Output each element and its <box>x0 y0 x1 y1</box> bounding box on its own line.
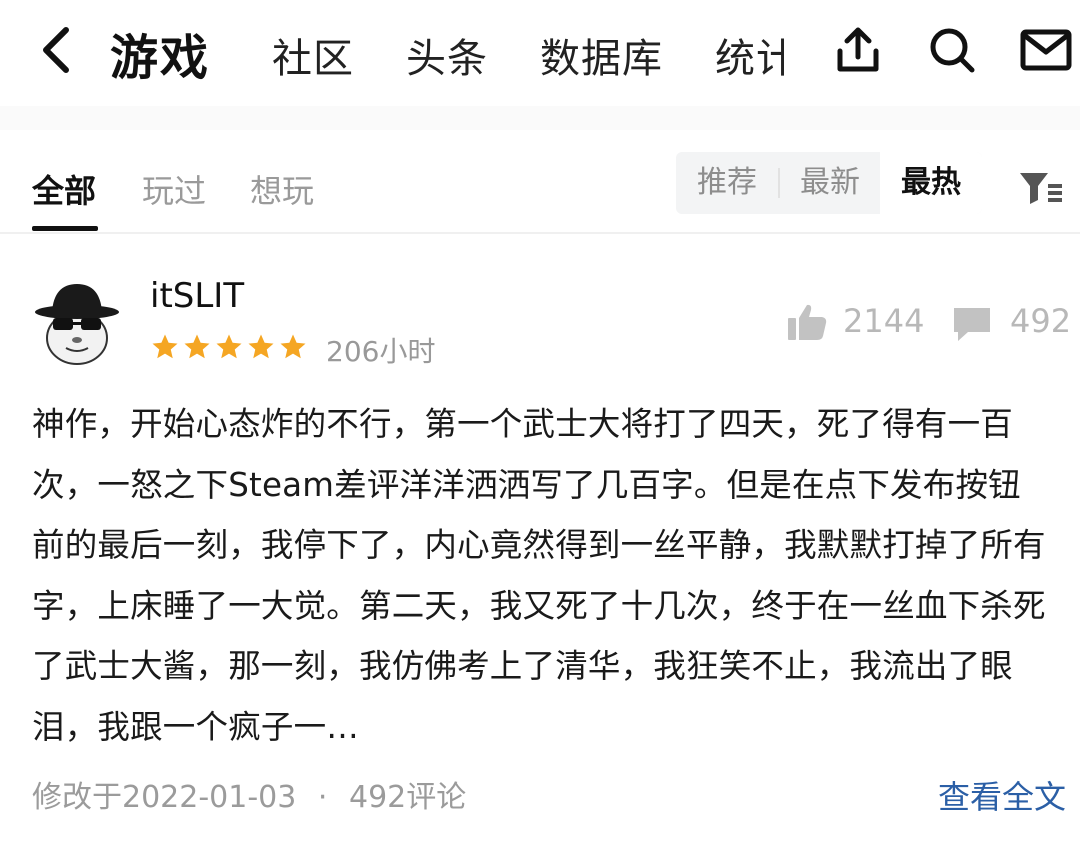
sort-latest[interactable]: 最新 <box>780 152 880 214</box>
tab-stats[interactable]: 统计 <box>715 26 784 76</box>
playtime: 206小时 <box>326 335 436 368</box>
sort-hottest[interactable]: 最热 <box>880 152 982 214</box>
star-icon <box>248 334 274 359</box>
tab-database[interactable]: 数据库 <box>540 26 663 76</box>
tab-community[interactable]: 社区 <box>272 26 354 76</box>
comment-count: 492 <box>1010 302 1072 340</box>
search-button[interactable] <box>924 22 980 78</box>
back-arrow-icon <box>43 27 69 73</box>
comment-button[interactable] <box>950 304 994 344</box>
section-tabs: 社区 头条 数据库 统计 <box>272 26 784 76</box>
post-meta: 修改于2022-01-03 · 492评论 <box>32 772 466 816</box>
share-button[interactable] <box>830 22 886 78</box>
meta-separator: · <box>317 780 328 815</box>
comment-count-text[interactable]: 492评论 <box>349 780 466 815</box>
filter-button[interactable] <box>1018 170 1064 206</box>
thumbs-up-icon <box>788 304 827 340</box>
filter-bar: 全部 玩过 想玩 推荐 最新 最热 <box>0 130 1080 234</box>
mail-button[interactable] <box>1018 22 1074 78</box>
star-icon <box>280 334 306 359</box>
star-icon <box>184 334 210 359</box>
avatar-image <box>35 284 119 365</box>
mail-icon <box>1020 29 1072 71</box>
top-bar: 游戏 社区 头条 数据库 统计 <box>0 0 1080 104</box>
search-icon <box>930 28 975 73</box>
sort-selector: 推荐 最新 最热 <box>676 152 982 214</box>
edited-date: 修改于2022-01-03 <box>32 780 297 815</box>
page-title: 游戏 <box>110 30 211 86</box>
star-icon <box>216 334 242 359</box>
share-icon <box>837 27 879 72</box>
filter-tab-played[interactable]: 玩过 <box>142 166 206 212</box>
filter-tab-all[interactable]: 全部 <box>32 166 96 212</box>
filter-icon <box>1020 173 1062 204</box>
review-card: itSLIT 206小时 2144 492 神作，开始心态炸的不行，第一个武士大… <box>0 236 1080 856</box>
section-gap <box>0 106 1080 130</box>
username[interactable]: itSLIT <box>150 276 244 316</box>
sort-recommended[interactable]: 推荐 <box>676 152 778 214</box>
filter-tab-want[interactable]: 想玩 <box>250 166 314 212</box>
star-rating <box>150 332 308 364</box>
filter-divider <box>0 232 1080 234</box>
star-icon <box>152 334 178 359</box>
read-full-link[interactable]: 查看全文 <box>938 772 1066 818</box>
tab-headlines[interactable]: 头条 <box>406 26 488 76</box>
avatar[interactable] <box>32 278 122 368</box>
active-tab-indicator <box>32 226 98 231</box>
comment-icon <box>954 308 990 341</box>
review-text[interactable]: 神作，开始心态炸的不行，第一个武士大将打了四天，死了得有一百次，一怒之下Stea… <box>32 394 1050 757</box>
like-count: 2144 <box>843 302 925 340</box>
like-button[interactable] <box>786 302 828 342</box>
back-button[interactable] <box>30 22 80 78</box>
